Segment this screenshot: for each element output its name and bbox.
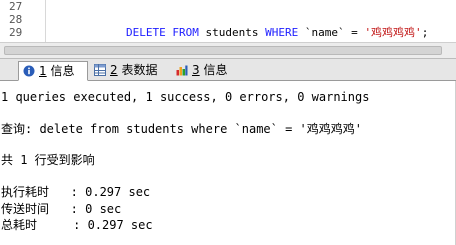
tab-label: 信息	[203, 63, 228, 77]
transfer-time: 传送时间 : 0 sec	[1, 202, 122, 216]
editor-line-28[interactable]: 28 DELETE FROM students WHERE `name` = '…	[0, 13, 456, 39]
info-icon	[23, 65, 35, 77]
line-number: 28	[9, 13, 23, 26]
execution-time: 执行耗时 : 0.297 sec	[1, 185, 151, 199]
query-result-window: 27 28 DELETE FROM students WHERE `name` …	[0, 0, 456, 245]
editor-horizontal-scrollbar[interactable]	[0, 42, 456, 59]
line-number: 27	[9, 0, 23, 13]
tab-info-2[interactable]: 3 信息	[172, 61, 244, 80]
tab-label: 信息	[50, 64, 75, 78]
tab-number: 2	[110, 63, 118, 77]
executed-query: 查询: delete from students where `name` = …	[1, 122, 362, 136]
sql-editor[interactable]: 27 28 DELETE FROM students WHERE `name` …	[0, 0, 456, 42]
tab-info[interactable]: 1 信息	[18, 61, 88, 81]
tab-table-data[interactable]: 2 表数据	[90, 61, 170, 80]
chart-icon	[176, 65, 188, 76]
execution-summary: 1 queries executed, 1 success, 0 errors,…	[1, 90, 370, 104]
tab-label: 表数据	[121, 63, 158, 77]
table-icon	[94, 64, 106, 76]
line-number: 29	[9, 26, 23, 39]
message-output-panel[interactable]: 1 queries executed, 1 success, 0 errors,…	[0, 81, 456, 245]
scrollbar-thumb[interactable]	[4, 46, 442, 55]
tab-number: 1	[39, 64, 47, 78]
rows-affected: 共 1 行受到影响	[1, 153, 95, 167]
result-tab-bar: 1 信息 2 表数据 3 信息	[0, 59, 456, 81]
tab-number: 3	[192, 63, 200, 77]
total-time: 总耗时 : 0.297 sec	[1, 218, 153, 232]
editor-line-29[interactable]: 29	[0, 26, 456, 39]
editor-line-27[interactable]: 27	[0, 0, 456, 13]
